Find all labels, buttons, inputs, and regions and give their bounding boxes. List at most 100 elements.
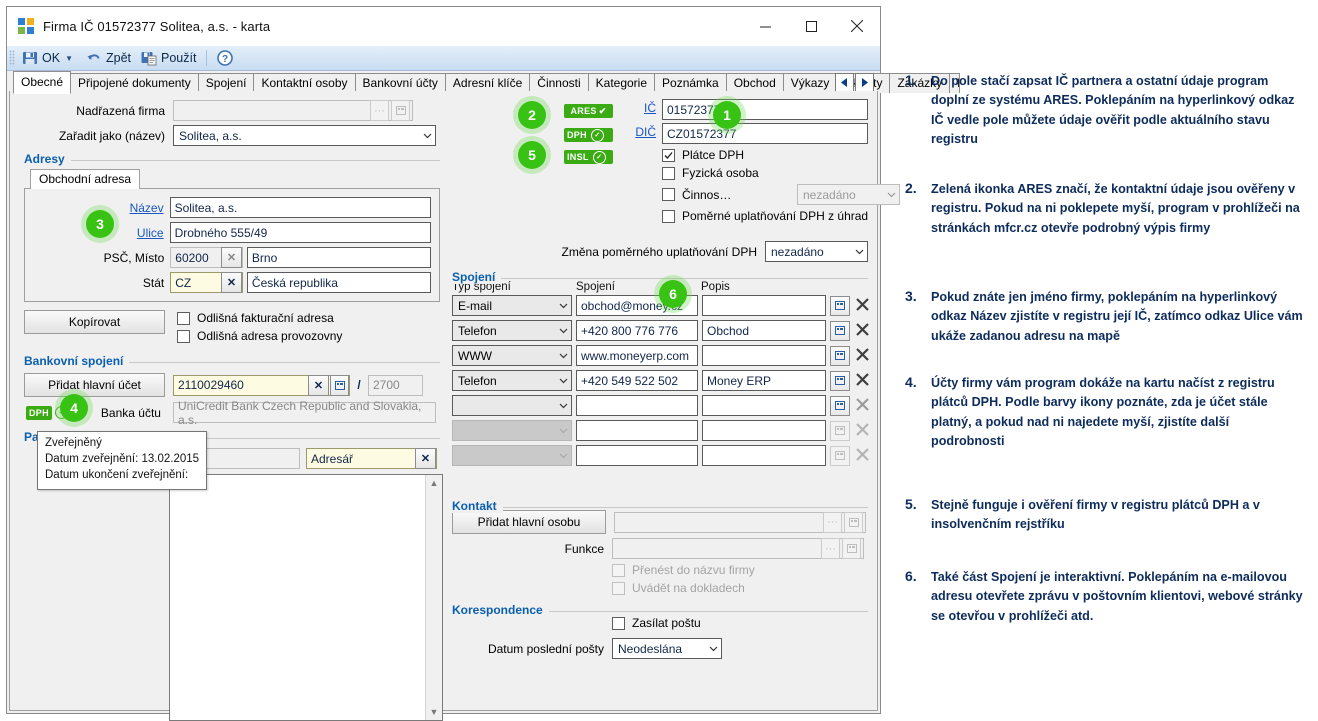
send-mail-checkbox[interactable]: [612, 616, 625, 630]
connection-value-input[interactable]: [576, 320, 698, 341]
tab-kategorie[interactable]: Kategorie: [587, 73, 656, 93]
address-name-input[interactable]: [169, 197, 431, 218]
connection-type-combo[interactable]: WWW: [452, 345, 572, 366]
contact-person-field[interactable]: ···: [614, 511, 866, 533]
different-invoice-address-checkbox[interactable]: [177, 311, 190, 325]
connection-detail-icon[interactable]: [830, 295, 850, 316]
bank-account-number-field[interactable]: 2110029460 ✕: [173, 374, 350, 396]
tab-obecne[interactable]: Obecné: [13, 71, 72, 94]
connection-detail-icon[interactable]: [830, 320, 850, 341]
ic-input[interactable]: [662, 99, 868, 120]
proportional-change-combo[interactable]: nezadáno: [765, 241, 868, 262]
address-state-clear-icon[interactable]: ✕: [220, 272, 242, 293]
connection-delete-icon[interactable]: [854, 371, 871, 391]
tab-poznamka[interactable]: Poznámka: [654, 73, 727, 93]
dph-bank-badge[interactable]: DPH: [26, 405, 52, 420]
tab-scroll-prev-icon[interactable]: [835, 73, 854, 92]
connection-desc-input: [702, 420, 826, 441]
address-zip-clear-icon[interactable]: ✕: [220, 247, 242, 268]
sort-as-combo[interactable]: Solitea, a.s.: [173, 125, 436, 146]
parent-company-ellipsis-icon[interactable]: ···: [370, 100, 389, 121]
tab-bankovni-ucty[interactable]: Bankovní účty: [354, 73, 446, 93]
contact-function-lookup-icon[interactable]: [842, 538, 861, 559]
connection-value-input[interactable]: [576, 345, 698, 366]
maximize-icon[interactable]: [788, 7, 834, 45]
last-mail-date-combo[interactable]: Neodeslána: [612, 638, 722, 659]
connection-desc-input[interactable]: [702, 370, 826, 391]
contact-person-ellipsis-icon[interactable]: ···: [823, 511, 842, 533]
connection-value-input[interactable]: [576, 370, 698, 391]
minimize-icon[interactable]: [742, 7, 788, 45]
dic-input[interactable]: [662, 123, 868, 144]
tab-adresni-klice[interactable]: Adresní klíče: [444, 73, 531, 93]
note-3-number: 3.: [905, 288, 917, 304]
parent-company-lookup-icon[interactable]: [391, 100, 410, 121]
connection-desc-input[interactable]: [702, 395, 826, 416]
address-state-code-field[interactable]: CZ ✕: [170, 272, 243, 293]
connection-delete-icon[interactable]: [854, 396, 871, 416]
address-street-input[interactable]: [169, 222, 431, 243]
toolbar-grip[interactable]: [9, 50, 15, 66]
connection-type-combo[interactable]: Telefon: [452, 320, 572, 341]
address-zip-field[interactable]: 60200 ✕: [170, 247, 243, 268]
contact-function-ellipsis-icon[interactable]: ···: [821, 538, 840, 559]
connection-type-combo[interactable]: E-mail: [452, 295, 572, 316]
connection-delete-icon[interactable]: [854, 296, 871, 316]
different-branch-address-checkbox[interactable]: [177, 329, 190, 343]
back-button[interactable]: Zpět: [81, 47, 136, 69]
connection-delete-icon[interactable]: [854, 346, 871, 366]
memo-scroll-down-icon[interactable]: ▼: [426, 704, 442, 720]
address-name-link[interactable]: Název: [130, 201, 164, 215]
ares-badge[interactable]: ARES ✔: [564, 104, 613, 118]
tab-pripojene-dokumenty[interactable]: Připojené dokumenty: [70, 73, 199, 93]
address-street-link[interactable]: Ulice: [137, 226, 164, 240]
contact-person-lookup-icon[interactable]: [844, 511, 863, 533]
ic-link[interactable]: IČ: [644, 101, 656, 115]
add-main-person-button[interactable]: Přidat hlavní osobu: [452, 510, 606, 534]
tab-obchod[interactable]: Obchod: [725, 73, 784, 93]
partner-memo[interactable]: ▲ ▼: [169, 474, 443, 721]
memo-scrollbar[interactable]: [425, 475, 442, 720]
copy-button[interactable]: Kopírovat: [24, 310, 165, 334]
help-button[interactable]: ?: [212, 47, 238, 69]
tab-spojeni[interactable]: Spojení: [197, 73, 255, 93]
tab-cinnosti[interactable]: Činnosti: [529, 73, 589, 93]
tab-scroll-next-icon[interactable]: [855, 73, 874, 92]
connection-desc-input[interactable]: [702, 345, 826, 366]
contact-function-field[interactable]: ···: [612, 538, 864, 559]
subtab-obchodni-adresa[interactable]: Obchodní adresa: [30, 169, 141, 189]
add-main-account-button[interactable]: Přidat hlavní účet: [24, 373, 165, 397]
close-icon[interactable]: [834, 7, 880, 45]
connection-detail-icon[interactable]: [830, 395, 850, 416]
parent-company-field[interactable]: ···: [173, 100, 413, 121]
connection-value-input[interactable]: [576, 395, 698, 416]
address-city-input[interactable]: [246, 247, 431, 268]
connection-type-combo[interactable]: [452, 395, 572, 416]
connection-delete-icon[interactable]: [854, 321, 871, 341]
ok-dropdown-caret[interactable]: ▼: [65, 54, 73, 63]
memo-scroll-up-icon[interactable]: ▲: [426, 475, 442, 491]
activity-combo[interactable]: nezadáno: [797, 184, 900, 205]
address-state-name-input[interactable]: [246, 272, 431, 293]
partner-addressbook-field[interactable]: Adresář ✕: [306, 448, 437, 469]
dic-link[interactable]: DIČ: [635, 125, 656, 139]
vat-payer-checkbox[interactable]: [662, 148, 675, 162]
annotation-notes-panel: 1. Do pole stačí zapsat IČ partnera a os…: [905, 0, 1318, 720]
bank-account-lookup-icon[interactable]: [330, 374, 349, 396]
connection-detail-icon[interactable]: [830, 370, 850, 391]
connection-type-combo[interactable]: Telefon: [452, 370, 572, 391]
activity-checkbox[interactable]: [662, 188, 675, 201]
connection-desc-input[interactable]: [702, 295, 826, 316]
insl-badge[interactable]: INSL ✓: [564, 150, 613, 164]
tab-kontaktni-osoby[interactable]: Kontaktní osoby: [253, 73, 356, 93]
bank-account-clear-icon[interactable]: ✕: [308, 374, 329, 396]
connection-desc-input[interactable]: [702, 320, 826, 341]
connection-detail-icon[interactable]: [830, 345, 850, 366]
proportional-vat-checkbox[interactable]: [662, 209, 675, 223]
natural-person-checkbox[interactable]: [662, 166, 675, 180]
ok-button[interactable]: OK ▼: [17, 47, 81, 69]
apply-button[interactable]: Použít: [136, 47, 201, 69]
tab-vykazy[interactable]: Výkazy: [782, 73, 838, 93]
dph-badge[interactable]: DPH ✓: [564, 128, 613, 142]
partner-addressbook-clear-icon[interactable]: ✕: [415, 448, 436, 469]
